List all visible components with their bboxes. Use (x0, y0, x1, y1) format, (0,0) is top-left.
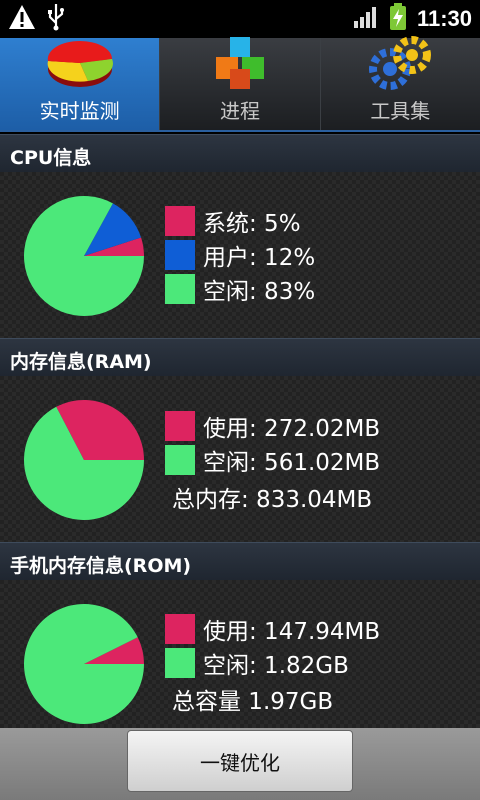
signal-icon (353, 5, 379, 33)
tab-label: 实时监测 (39, 99, 120, 123)
battery-charging-icon (389, 3, 407, 35)
tab-realtime-monitor[interactable]: 实时监测 (0, 38, 161, 130)
bottom-bar: 一键优化 (0, 728, 480, 800)
tab-label: 进程 (219, 99, 260, 123)
legend-label: 系统: 5% (203, 211, 301, 237)
legend-row: 使用: 272.02MB (165, 411, 381, 442)
legend-label: 使用: 147.94MB (203, 619, 381, 645)
ram-panel: 使用: 272.02MB 空闲: 561.02MB 总内存: 833.04MB (0, 376, 480, 542)
legend-row: 空闲: 1.82GB (165, 648, 349, 679)
warning-icon (8, 4, 36, 34)
rom-pie-chart (24, 604, 144, 724)
legend-label: 用户: 12% (203, 245, 316, 271)
tab-label: 工具集 (370, 99, 431, 123)
legend-label: 空闲: 1.82GB (203, 653, 349, 679)
one-key-optimize-button[interactable]: 一键优化 (127, 730, 353, 792)
rom-panel: 使用: 147.94MB 空闲: 1.82GB 总容量 1.97GB (0, 580, 480, 728)
clock: 11:30 (416, 6, 472, 31)
gears-icon (364, 33, 436, 93)
rom-slice-1 (24, 604, 144, 724)
legend-row: 用户: 12% (165, 240, 316, 271)
legend-swatch (165, 445, 195, 475)
tab-tools[interactable]: 工具集 (321, 36, 480, 130)
legend-swatch (165, 614, 195, 644)
legend-swatch (165, 411, 195, 441)
legend-swatch (165, 206, 195, 236)
legend-row: 空闲: 561.02MB (165, 445, 381, 476)
rom-total: 总容量 1.97GB (172, 689, 334, 715)
legend-label: 使用: 272.02MB (203, 416, 381, 442)
pie-chart-icon (44, 33, 116, 93)
legend-row: 空闲: 83% (165, 274, 316, 305)
tab-bar: 实时监测 进程 工具集 (0, 36, 480, 132)
tab-processes[interactable]: 进程 (160, 37, 321, 130)
ram-total: 总内存: 833.04MB (172, 487, 373, 513)
usb-icon (46, 3, 66, 35)
legend-swatch (165, 240, 195, 270)
cpu-panel: 系统: 5% 用户: 12% 空闲: 83% (0, 172, 480, 338)
cubes-icon (204, 33, 276, 93)
cpu-pie-chart (24, 196, 145, 316)
cpu-section-header: CPU信息 (0, 134, 480, 172)
legend-row: 使用: 147.94MB (165, 614, 381, 645)
legend-swatch (165, 648, 195, 678)
ram-pie-chart (24, 400, 144, 520)
rom-section-header: 手机内存信息(ROM) (0, 542, 480, 580)
legend-label: 空闲: 561.02MB (203, 450, 381, 476)
legend-label: 空闲: 83% (203, 279, 316, 305)
legend-row: 系统: 5% (165, 206, 301, 237)
legend-swatch (165, 274, 195, 304)
ram-section-header: 内存信息(RAM) (0, 338, 480, 376)
